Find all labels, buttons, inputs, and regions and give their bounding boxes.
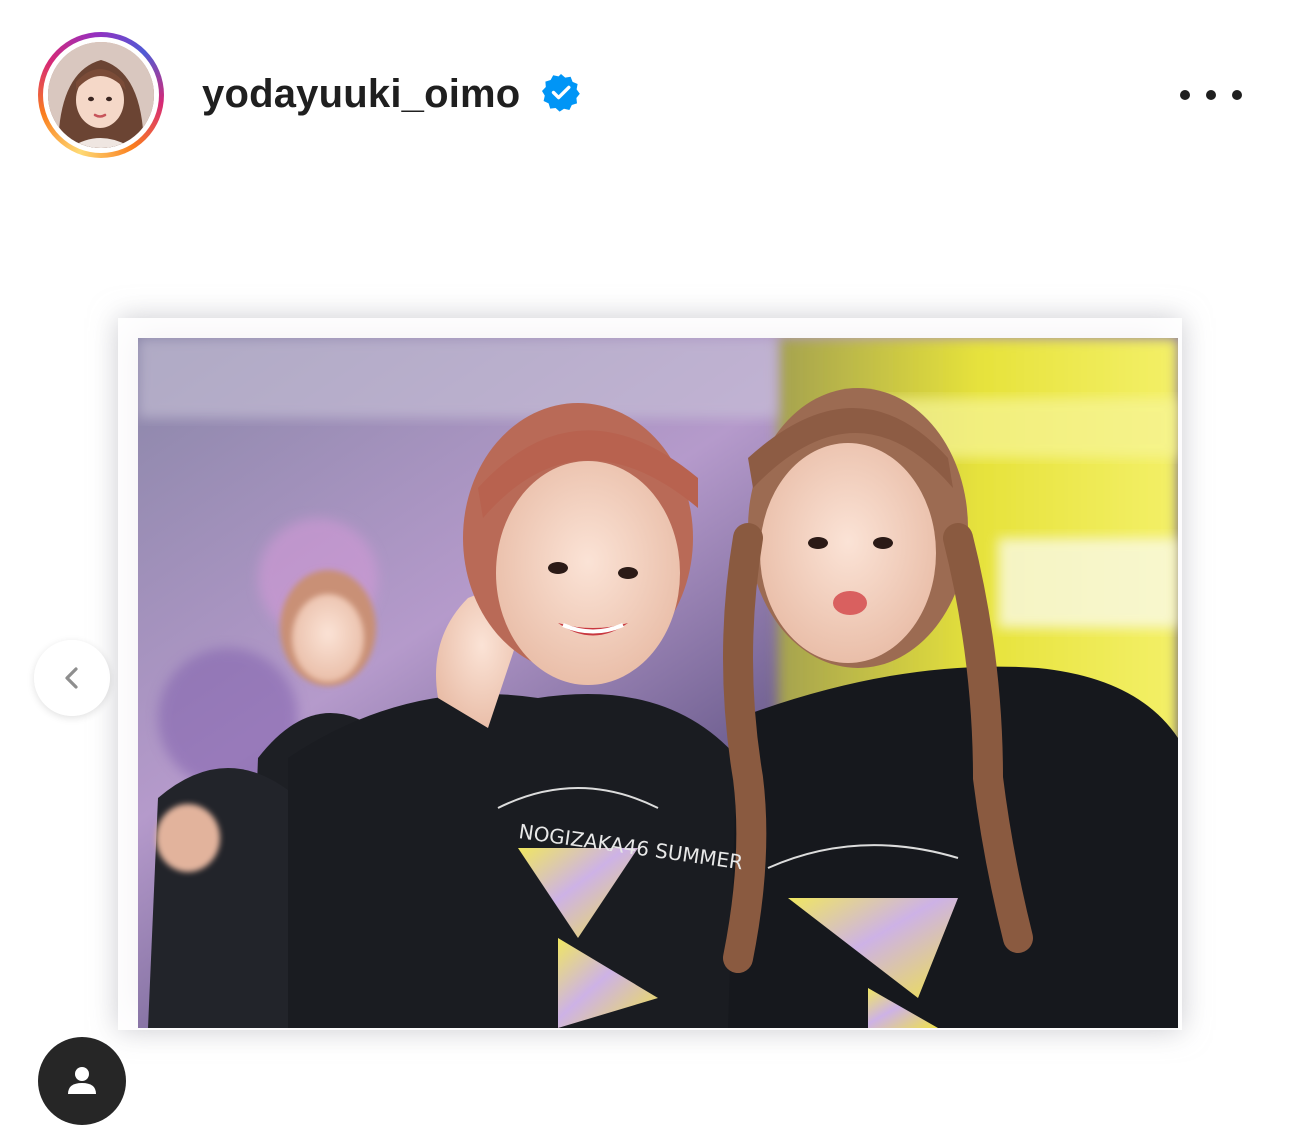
verified-badge-icon — [542, 74, 580, 112]
user-tag-icon — [68, 1067, 96, 1094]
avatar-photo — [48, 42, 154, 148]
previous-slide-button[interactable] — [34, 640, 110, 716]
post-photo-illustration: NOGIZAKA46 SUMMER — [138, 338, 1178, 1028]
profile-avatar[interactable] — [48, 42, 154, 148]
story-ring[interactable] — [38, 32, 164, 158]
username[interactable]: yodayuuki_oimo — [202, 68, 520, 120]
tagged-users-button[interactable] — [38, 1037, 126, 1125]
post-photo: NOGIZAKA46 SUMMER — [138, 338, 1178, 1028]
post-media[interactable]: NOGIZAKA46 SUMMER — [118, 318, 1182, 1030]
chevron-left-icon — [65, 667, 78, 689]
more-horizontal-icon — [1180, 90, 1190, 100]
more-options-button[interactable] — [1180, 78, 1242, 112]
post-header: yodayuuki_oimo — [0, 0, 1300, 190]
